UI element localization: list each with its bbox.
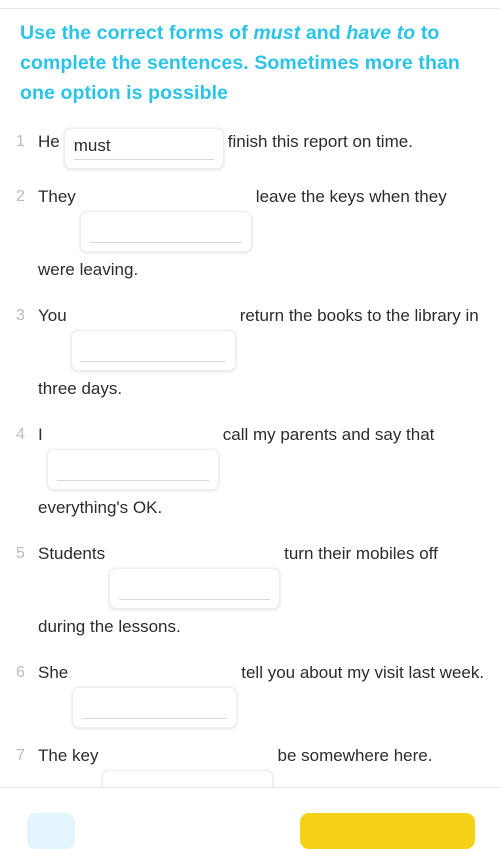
question-text-before-3: You: [38, 306, 67, 325]
answer-input-6[interactable]: [72, 687, 238, 728]
hint-button[interactable]: [27, 813, 75, 849]
answer-underline-1: [73, 159, 214, 160]
answer-input-2[interactable]: [79, 211, 252, 252]
task-instruction-heading: Use the correct forms of must and have t…: [0, 9, 500, 108]
question-text-before-1: He: [38, 132, 60, 151]
answer-value-5: [119, 569, 270, 572]
question-item-7: 7 The key be somewhere here.: [16, 738, 486, 787]
answer-input-3[interactable]: [70, 330, 236, 371]
answer-input-7[interactable]: [102, 770, 274, 787]
question-text-before-4: I: [38, 425, 43, 444]
question-number-6: 6: [16, 664, 25, 681]
question-text-before-5: Students: [38, 544, 106, 563]
answer-underline-3: [80, 361, 226, 362]
answer-value-3: [81, 331, 226, 334]
question-number-4: 4: [16, 426, 25, 443]
answer-value-7: [112, 771, 263, 774]
answer-input-4[interactable]: [46, 449, 219, 490]
question-text-after-7: be somewhere here.: [277, 746, 433, 765]
answer-input-1[interactable]: must: [63, 128, 224, 169]
heading-text-part-1: Use the correct forms of: [20, 22, 254, 44]
question-number-3: 3: [16, 307, 25, 324]
footer-bar: [0, 787, 500, 849]
answer-value-6: [82, 688, 227, 691]
answer-underline-5: [119, 599, 271, 600]
answer-underline-6: [82, 718, 228, 719]
question-text-after-6: tell you about my visit last week.: [241, 663, 485, 682]
submit-button[interactable]: [300, 813, 475, 849]
question-item-5: 5 Students turn their mobiles off during t…: [16, 536, 486, 645]
heading-emphasis-have-to: have to: [346, 22, 416, 44]
answer-value-2: [90, 212, 242, 215]
question-text-before-6: She: [38, 663, 69, 682]
answer-value-4: [57, 450, 209, 453]
answer-underline-4: [56, 480, 209, 481]
heading-text-part-2: and: [300, 22, 347, 44]
question-number-5: 5: [16, 545, 25, 562]
question-item-2: 2 They leave the keys when they were leavi…: [16, 179, 486, 288]
question-number-7: 7: [16, 747, 25, 764]
exercise-content: Use the correct forms of must and have t…: [0, 9, 500, 787]
question-text-before-7: The key: [38, 746, 99, 765]
answer-input-5[interactable]: [109, 568, 281, 609]
question-item-6: 6 She tell you about my visit last week.: [16, 655, 486, 728]
heading-emphasis-must: must: [253, 22, 301, 44]
question-item-4: 4 Icall my parents and say that everythin…: [16, 417, 486, 526]
answer-value-1: must: [73, 136, 111, 155]
question-number-2: 2: [16, 188, 25, 205]
question-item-3: 3 You return the books to the library in t…: [16, 298, 486, 407]
question-item-1: 1 He must finish this report on time.: [16, 124, 486, 169]
question-number-1: 1: [16, 133, 25, 150]
answer-underline-2: [89, 242, 242, 243]
exercise-page: Use the correct forms of must and have t…: [0, 0, 500, 849]
question-text-after-1: finish this report on time.: [227, 132, 413, 151]
question-text-before-2: They: [38, 187, 76, 206]
question-list: 1 He must finish this report on time. 2 They…: [0, 108, 500, 787]
